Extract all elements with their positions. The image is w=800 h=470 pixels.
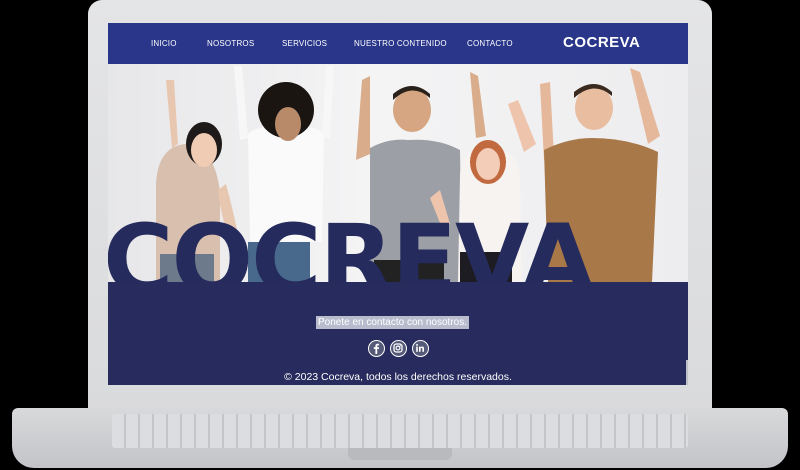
brand-logo[interactable]: COCREVA <box>563 23 640 64</box>
copyright-text: © 2023 Cocreva, todos los derechos reser… <box>284 371 512 383</box>
laptop-screen: INICIO NOSOTROS SERVICIOS NUESTRO CONTEN… <box>108 23 688 385</box>
scrollbar-thumb[interactable] <box>686 360 688 385</box>
linkedin-icon[interactable] <box>412 340 429 357</box>
nav-item-servicios[interactable]: SERVICIOS <box>282 23 327 64</box>
nav-item-nosotros[interactable]: NOSOTROS <box>207 23 254 64</box>
keyboard <box>112 414 688 448</box>
facebook-icon[interactable] <box>368 340 385 357</box>
top-nav: INICIO NOSOTROS SERVICIOS NUESTRO CONTEN… <box>108 23 688 64</box>
hero-brand-word: COCREVA <box>108 204 595 282</box>
laptop-base <box>12 408 788 468</box>
lid-notch <box>348 448 452 460</box>
instagram-icon[interactable] <box>390 340 407 357</box>
nav-item-contacto[interactable]: CONTACTO <box>467 23 513 64</box>
nav-item-nuestro-contenido[interactable]: NUESTRO CONTENIDO <box>354 23 447 64</box>
nav-item-inicio[interactable]: INICIO <box>151 23 177 64</box>
footer: Ponete en contacto con nosotros. © 2023 … <box>108 282 688 385</box>
hero-banner: COCREVA <box>108 64 688 282</box>
contact-link[interactable]: Ponete en contacto con nosotros. <box>316 316 469 329</box>
